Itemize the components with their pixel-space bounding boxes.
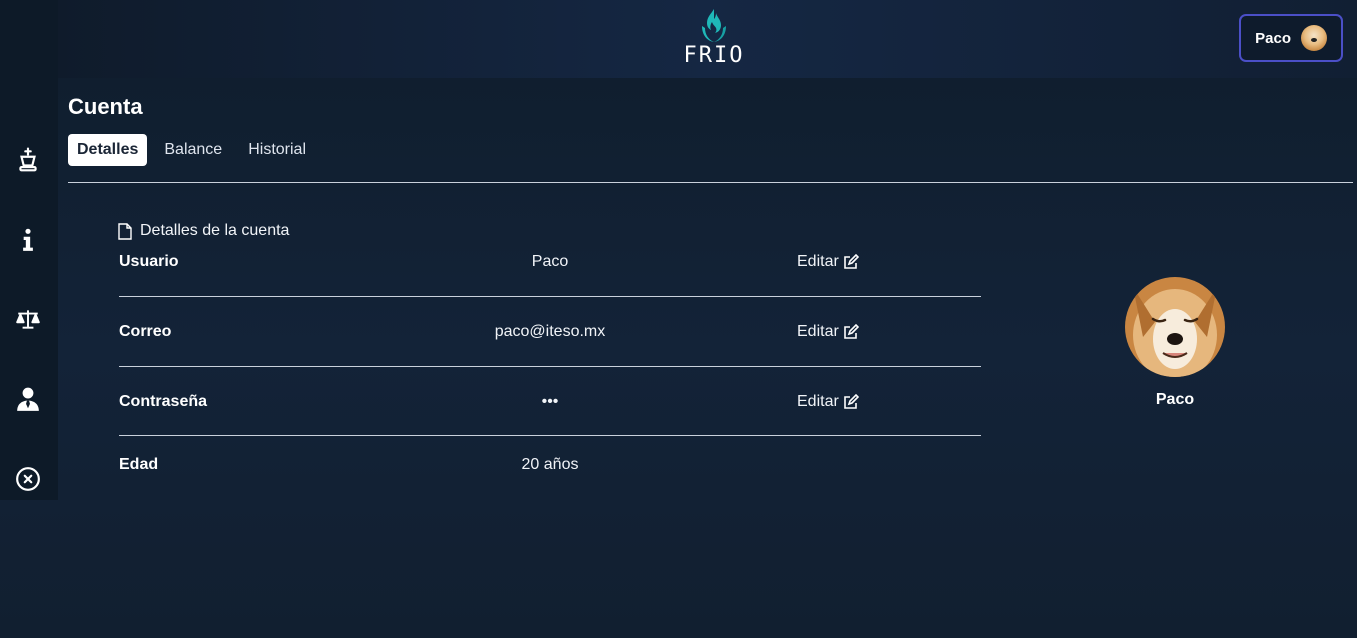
- row-divider: [119, 366, 981, 367]
- row-divider: [119, 296, 981, 297]
- edit-icon: [843, 324, 859, 339]
- frio-logo[interactable]: FRIO: [680, 8, 748, 74]
- sidebar: [0, 0, 58, 500]
- section-heading-label: Detalles de la cuenta: [140, 222, 290, 239]
- flame-icon: [702, 9, 726, 42]
- edit-label: Editar: [797, 253, 839, 270]
- top-header: FRIO Paco: [58, 0, 1357, 78]
- row-value: Paco: [531, 253, 569, 270]
- info-icon[interactable]: [14, 226, 42, 254]
- profile-name: Paco: [1155, 391, 1195, 408]
- avatar: [1301, 25, 1327, 51]
- row-divider: [119, 435, 981, 436]
- row-value: 20 años: [521, 456, 579, 473]
- scale-balance-icon[interactable]: [14, 305, 42, 333]
- tabs-divider: [68, 182, 1353, 183]
- row-label: Edad: [119, 456, 159, 473]
- detail-row-contrasena: Contraseña ••• Editar: [119, 393, 981, 433]
- tab-balance[interactable]: Balance: [155, 134, 231, 166]
- logo-text: FRIO: [683, 43, 745, 68]
- user-menu-button[interactable]: Paco: [1239, 14, 1343, 62]
- edit-icon: [843, 394, 859, 409]
- section-heading: Detalles de la cuenta: [118, 222, 289, 240]
- edit-label: Editar: [797, 393, 839, 410]
- edit-password-button[interactable]: Editar: [797, 393, 859, 411]
- document-icon: [118, 222, 132, 240]
- detail-row-usuario: Usuario Paco Editar: [119, 253, 981, 293]
- tab-bar: Detalles Balance Historial: [68, 134, 323, 166]
- edit-icon: [843, 254, 859, 269]
- tab-historial[interactable]: Historial: [239, 134, 315, 166]
- page-title: Cuenta: [68, 94, 143, 119]
- tab-detalles[interactable]: Detalles: [68, 134, 148, 166]
- edit-username-button[interactable]: Editar: [797, 253, 859, 271]
- row-label: Correo: [119, 323, 172, 340]
- chess-king-icon[interactable]: [14, 146, 42, 174]
- row-label: Usuario: [119, 253, 179, 270]
- edit-label: Editar: [797, 323, 839, 340]
- password-mask: •••: [541, 393, 559, 410]
- close-circle-icon[interactable]: [14, 465, 42, 493]
- user-name: Paco: [1255, 29, 1291, 47]
- detail-row-correo: Correo paco@iteso.mx Editar: [119, 323, 981, 363]
- row-label: Contraseña: [119, 393, 208, 410]
- profile-card: Paco: [1124, 277, 1226, 409]
- row-value: paco@iteso.mx: [494, 323, 606, 340]
- edit-email-button[interactable]: Editar: [797, 323, 859, 341]
- profile-avatar: [1125, 277, 1225, 377]
- detail-row-edad: Edad 20 años: [119, 456, 981, 496]
- user-tie-icon[interactable]: [14, 385, 42, 413]
